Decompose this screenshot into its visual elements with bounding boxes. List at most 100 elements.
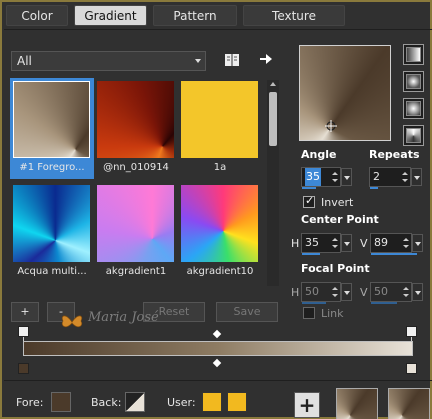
color-stop-left[interactable] — [18, 363, 29, 374]
gradient-label: @nn_010914 — [103, 162, 169, 173]
link-checkbox[interactable] — [303, 307, 315, 319]
book-icon[interactable] — [223, 51, 241, 69]
arrow-right-icon[interactable] — [257, 50, 275, 68]
sunburst-style-icon[interactable] — [403, 98, 424, 119]
center-v-label: V — [360, 237, 368, 250]
link-label: Link — [321, 307, 344, 320]
gradient-editor-bar[interactable] — [23, 341, 413, 356]
angle-label: Angle — [301, 148, 337, 161]
gradient-thumbnail — [13, 81, 90, 158]
invert-checkbox[interactable] — [303, 194, 315, 208]
angle-value: 35 — [305, 168, 321, 186]
user-swatch-1[interactable] — [202, 392, 222, 412]
repeats-input[interactable]: 2 — [369, 167, 422, 189]
center-h-slider-bar[interactable] — [302, 253, 320, 255]
center-h-input[interactable]: 35 — [301, 233, 352, 255]
color-stop-right[interactable] — [406, 363, 417, 374]
focal-point-label: Focal Point — [301, 262, 370, 275]
focal-h-dropdown[interactable] — [341, 283, 352, 301]
watermark-text: Maria José — [88, 310, 159, 325]
gradient-thumbnail — [97, 185, 174, 262]
center-v-input[interactable]: 89 — [370, 233, 423, 255]
repeats-slider-bar[interactable] — [370, 187, 378, 189]
focal-v-dropdown[interactable] — [412, 283, 423, 301]
new-gradient-button[interactable]: + — [294, 392, 320, 418]
focal-v-spinner[interactable] — [401, 283, 411, 301]
center-h-value: 35 — [305, 236, 319, 249]
angle-slider-bar[interactable] — [302, 187, 316, 189]
gradient-thumbnail — [13, 185, 90, 262]
focal-v-slider-bar[interactable] — [371, 302, 397, 304]
focal-h-input[interactable]: 50 — [301, 282, 352, 304]
focal-h-slider-bar[interactable] — [302, 302, 326, 304]
angle-input[interactable]: 35 — [301, 167, 352, 189]
gradient-item[interactable]: Acqua multi... — [10, 182, 94, 283]
angle-dropdown[interactable] — [341, 168, 352, 186]
back-label: Back: — [91, 396, 122, 409]
center-v-spinner[interactable] — [401, 234, 411, 252]
center-point-icon[interactable] — [324, 119, 338, 133]
opacity-stop-right[interactable] — [406, 326, 417, 337]
center-v-slider-bar[interactable] — [371, 253, 417, 255]
rectangular-style-icon[interactable] — [403, 71, 424, 92]
recent-gradient-2[interactable] — [388, 388, 430, 419]
tab-pattern[interactable]: Pattern — [153, 5, 237, 26]
scroll-up-icon[interactable] — [270, 82, 276, 86]
center-point-label: Center Point — [301, 213, 379, 226]
gradient-gallery: #1 Foregro... @nn_010914 1a Acqua multi.… — [10, 78, 263, 290]
gradient-preview[interactable] — [299, 45, 391, 141]
focal-h-value: 50 — [305, 285, 319, 298]
gradient-thumbnail — [181, 185, 258, 262]
tab-texture[interactable]: Texture — [243, 5, 345, 26]
category-dropdown[interactable]: All — [11, 51, 206, 71]
color-midpoint[interactable] — [212, 358, 222, 368]
repeats-dropdown[interactable] — [411, 168, 422, 186]
tab-gradient[interactable]: Gradient — [74, 5, 147, 26]
butterfly-icon — [61, 315, 83, 328]
center-v-value: 89 — [374, 236, 388, 249]
recent-gradient-1[interactable] — [336, 388, 378, 419]
gradient-thumbnail — [181, 81, 258, 158]
focal-h-label: H — [291, 286, 300, 299]
opacity-midpoint[interactable] — [212, 329, 222, 339]
user-label: User: — [167, 396, 196, 409]
save-button[interactable]: Save — [216, 302, 278, 322]
fore-label: Fore: — [16, 396, 44, 409]
opacity-stop-left[interactable] — [18, 326, 29, 337]
footer-divider — [4, 380, 432, 381]
add-stop-button[interactable]: + — [11, 302, 39, 322]
gradient-style-buttons — [403, 44, 425, 152]
user-swatch-2[interactable] — [227, 392, 247, 412]
repeats-label: Repeats — [369, 148, 420, 161]
gradient-item[interactable]: akgradient1 — [94, 182, 178, 283]
tab-bar: Color Gradient Pattern Texture — [6, 5, 345, 27]
tab-color[interactable]: Color — [6, 5, 68, 26]
repeats-spinner[interactable] — [400, 168, 410, 186]
angle-spinner[interactable] — [330, 168, 340, 186]
scrollbar-thumb[interactable] — [269, 92, 277, 146]
focal-v-input[interactable]: 50 — [370, 282, 423, 304]
linear-style-icon[interactable] — [403, 44, 424, 65]
center-h-dropdown[interactable] — [341, 234, 352, 252]
gradient-item[interactable]: #1 Foregro... — [10, 78, 94, 179]
center-h-label: H — [291, 237, 300, 250]
center-h-spinner[interactable] — [330, 234, 340, 252]
gradient-label: 1a — [213, 162, 227, 173]
category-value: All — [17, 54, 32, 68]
invert-label: Invert — [321, 196, 354, 209]
focal-h-spinner[interactable] — [330, 283, 340, 301]
gallery-scrollbar[interactable] — [267, 80, 279, 286]
gradient-item[interactable]: 1a — [178, 78, 262, 179]
gradient-item[interactable]: @nn_010914 — [94, 78, 178, 179]
repeats-value: 2 — [373, 170, 380, 183]
background-swatch[interactable] — [125, 392, 145, 412]
center-v-dropdown[interactable] — [412, 234, 423, 252]
gradient-item[interactable]: akgradient10 — [178, 182, 262, 283]
gradient-thumbnail — [97, 81, 174, 158]
gradient-label: Acqua multi... — [17, 266, 87, 277]
chevron-down-icon — [195, 59, 201, 63]
tab-divider — [4, 29, 432, 30]
radial-style-icon[interactable] — [403, 125, 424, 146]
foreground-swatch[interactable] — [51, 392, 71, 412]
gradient-label: #1 Foregro... — [19, 162, 85, 173]
